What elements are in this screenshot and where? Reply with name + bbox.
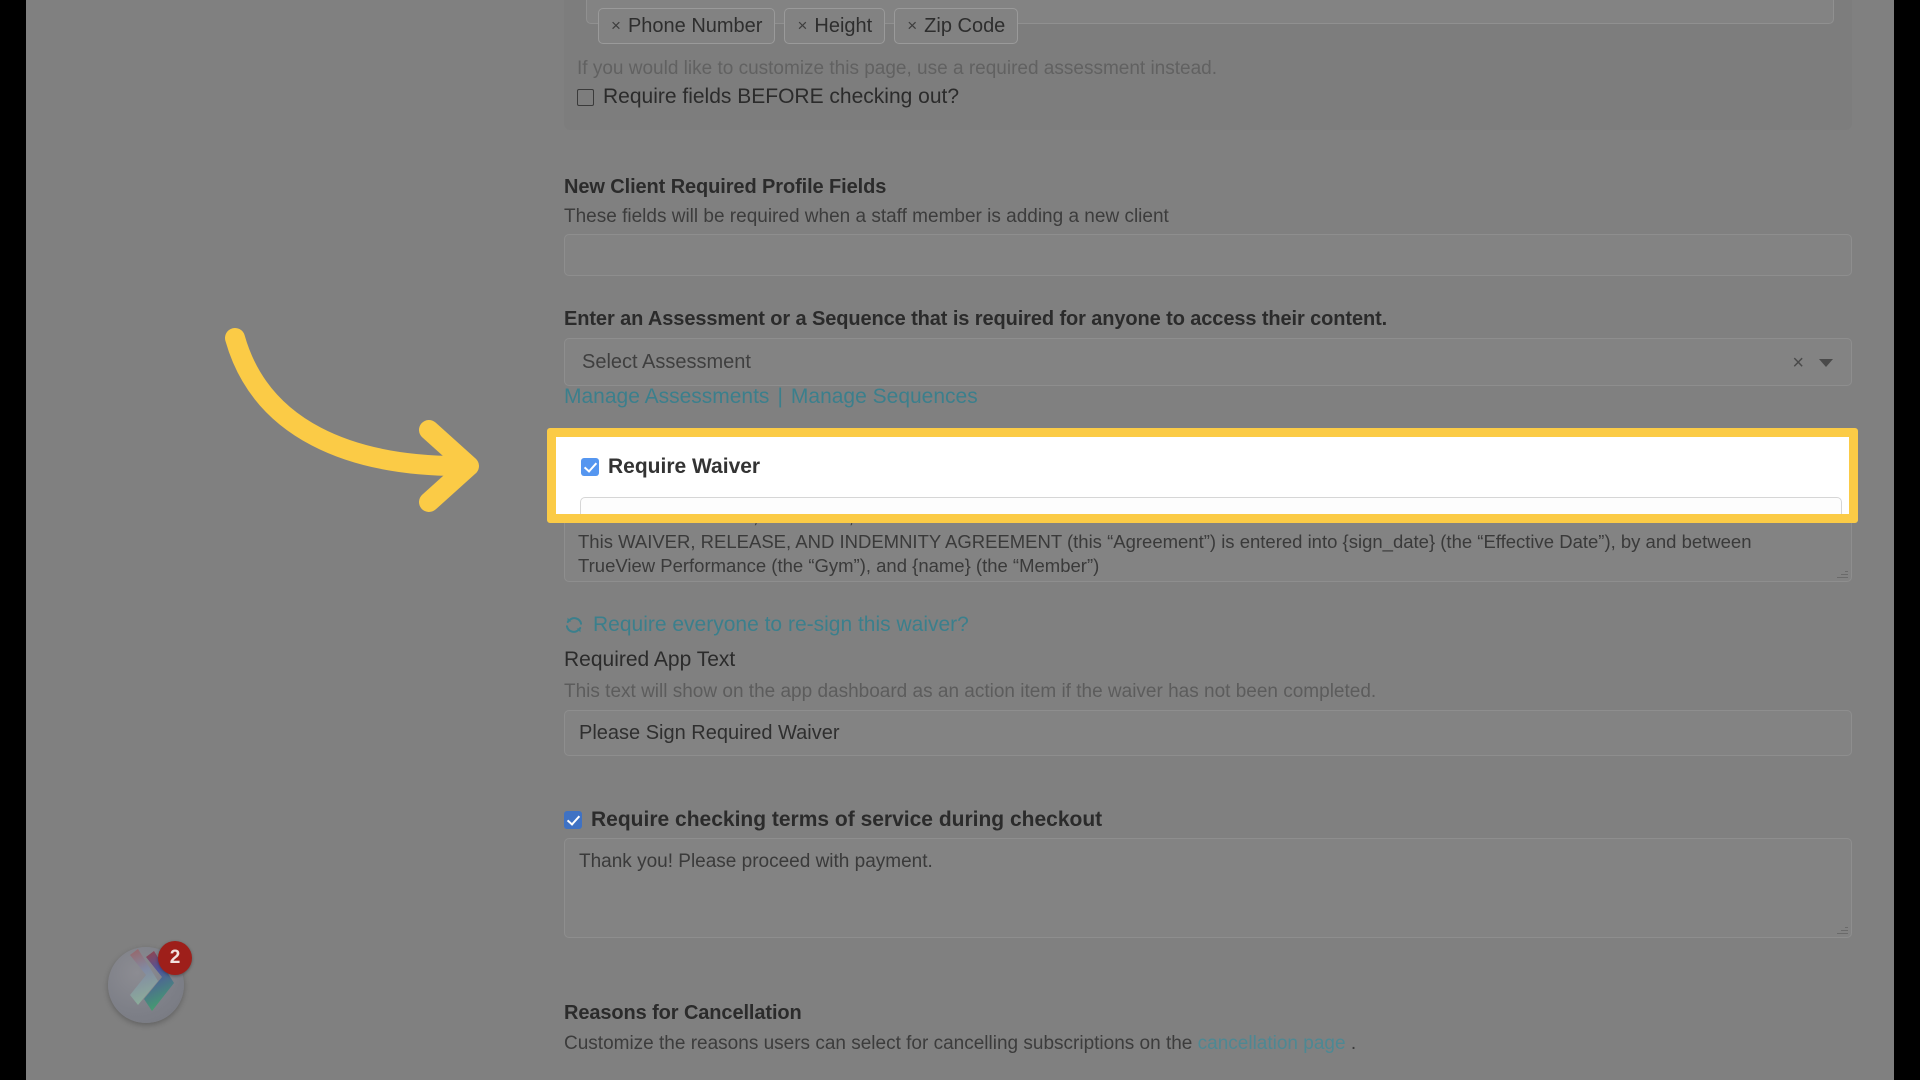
require-waiver-checkbox[interactable] bbox=[581, 458, 599, 476]
select-assessment-dropdown[interactable]: Select Assessment × bbox=[564, 338, 1852, 386]
require-fields-before-checkout-checkbox[interactable] bbox=[577, 88, 594, 106]
links-separator: | bbox=[777, 385, 783, 408]
resign-waiver-link[interactable]: Require everyone to re-sign this waiver? bbox=[593, 613, 969, 637]
resize-handle-icon[interactable] bbox=[1836, 923, 1848, 935]
waiver-textarea-top-edge[interactable] bbox=[580, 497, 1842, 514]
resize-handle-icon[interactable] bbox=[1836, 567, 1848, 579]
cancellation-description-suffix: . bbox=[1350, 1033, 1357, 1054]
refresh-icon bbox=[565, 617, 583, 633]
required-fields-token-list: × Phone Number × Height × Zip Code bbox=[598, 8, 1019, 44]
token-label: Phone Number bbox=[627, 14, 763, 37]
cancellation-page-link[interactable]: cancellation page bbox=[1198, 1033, 1346, 1054]
terms-of-service-message-value: Thank you! Please proceed with payment. bbox=[579, 851, 933, 872]
required-app-text-input[interactable]: Please Sign Required Waiver bbox=[564, 710, 1852, 756]
terms-of-service-message-textarea[interactable]: Thank you! Please proceed with payment. bbox=[564, 838, 1852, 938]
token-height[interactable]: × Height bbox=[784, 8, 886, 44]
new-client-required-fields-input[interactable] bbox=[564, 234, 1852, 276]
cancellation-section-description: Customize the reasons users can select f… bbox=[564, 1033, 1356, 1055]
clear-icon[interactable]: × bbox=[1792, 352, 1804, 375]
select-assessment-placeholder: Select Assessment bbox=[582, 350, 751, 373]
resign-waiver-row[interactable]: Require everyone to re-sign this waiver? bbox=[564, 613, 969, 637]
token-zip-code[interactable]: × Zip Code bbox=[894, 8, 1019, 44]
require-waiver-label: Require Waiver bbox=[608, 455, 761, 478]
token-label: Zip Code bbox=[924, 14, 1006, 37]
notification-badge: 2 bbox=[158, 941, 192, 975]
token-phone-number[interactable]: × Phone Number bbox=[598, 8, 776, 44]
required-app-text-value: Please Sign Required Waiver bbox=[579, 721, 840, 744]
token-remove-icon[interactable]: × bbox=[797, 16, 807, 36]
waiver-line-2: This WAIVER, RELEASE, AND INDEMNITY AGRE… bbox=[578, 530, 1752, 552]
cancellation-description-prefix: Customize the reasons users can select f… bbox=[564, 1033, 1193, 1054]
screen-frame: × Phone Number × Height × Zip Code If yo… bbox=[0, 0, 1920, 1080]
manage-links-row: Manage Assessments | Manage Sequences bbox=[564, 385, 978, 409]
manage-sequences-link[interactable]: Manage Sequences bbox=[791, 385, 978, 409]
highlight-spotlight: Require Waiver bbox=[547, 428, 1858, 523]
required-fields-helper-text: If you would like to customize this page… bbox=[577, 58, 1218, 79]
annotation-arrow-icon bbox=[225, 328, 479, 512]
new-client-section-description: These fields will be required when a sta… bbox=[564, 206, 1169, 227]
required-app-text-description: This text will show on the app dashboard… bbox=[564, 681, 1377, 702]
token-label: Height bbox=[814, 14, 873, 37]
require-waiver-row[interactable]: Require Waiver bbox=[581, 455, 760, 479]
chevron-down-icon[interactable] bbox=[1819, 359, 1833, 367]
require-terms-of-service-checkbox[interactable] bbox=[564, 811, 582, 829]
token-remove-icon[interactable]: × bbox=[611, 16, 621, 36]
require-fields-before-checkout-row[interactable]: Require fields BEFORE checking out? bbox=[577, 85, 959, 109]
settings-page: × Phone Number × Height × Zip Code If yo… bbox=[26, 0, 1894, 1080]
waiver-line-3: TrueView Performance (the “Gym”), and {n… bbox=[578, 555, 1100, 576]
new-client-section-title: New Client Required Profile Fields bbox=[564, 176, 887, 198]
require-fields-before-checkout-label: Require fields BEFORE checking out? bbox=[603, 85, 960, 108]
cancellation-section-title: Reasons for Cancellation bbox=[564, 1002, 802, 1024]
require-terms-of-service-row[interactable]: Require checking terms of service during… bbox=[564, 808, 1102, 832]
app-dock-icon[interactable]: 2 bbox=[108, 941, 192, 1023]
require-terms-of-service-label: Require checking terms of service during… bbox=[591, 808, 1103, 831]
assessment-section-title: Enter an Assessment or a Sequence that i… bbox=[564, 308, 1388, 330]
manage-assessments-link[interactable]: Manage Assessments bbox=[564, 385, 769, 409]
token-remove-icon[interactable]: × bbox=[907, 16, 917, 36]
required-app-text-title: Required App Text bbox=[564, 648, 736, 671]
